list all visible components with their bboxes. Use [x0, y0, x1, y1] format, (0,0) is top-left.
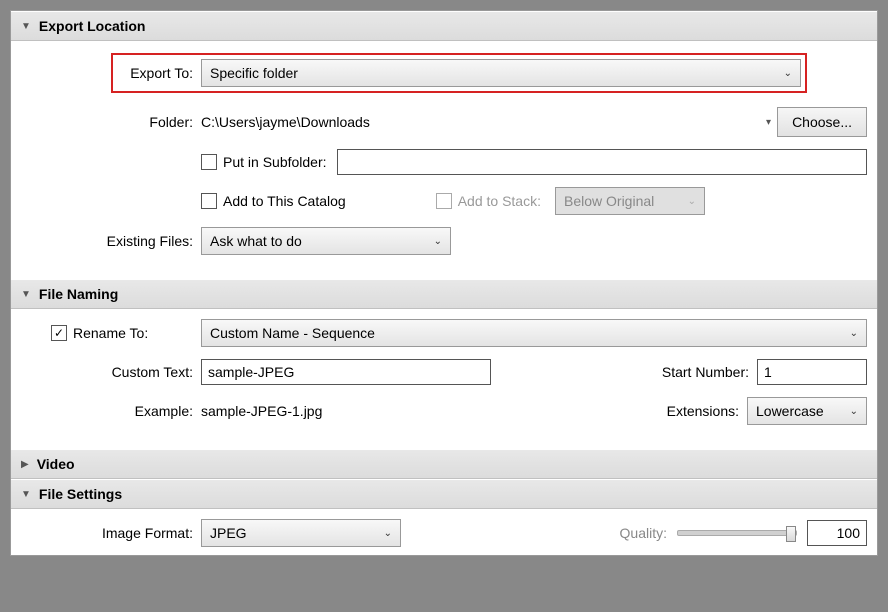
- disclosure-triangle-icon: ▼: [21, 21, 31, 32]
- disclosure-triangle-icon: ▼: [21, 489, 31, 500]
- checkbox-icon: [201, 193, 217, 209]
- add-to-stack-checkbox: Add to Stack:: [436, 193, 541, 209]
- section-title: Export Location: [39, 18, 146, 34]
- section-header-file-settings[interactable]: ▼ File Settings: [11, 479, 877, 509]
- export-to-select[interactable]: Specific folder ⌄: [201, 59, 801, 87]
- rename-to-label: Rename To:: [73, 325, 148, 341]
- example-value: sample-JPEG-1.jpg: [201, 403, 322, 419]
- custom-text-input[interactable]: [201, 359, 491, 385]
- start-number-label: Start Number:: [662, 364, 757, 380]
- quality-slider[interactable]: [677, 530, 797, 536]
- checkbox-checked-icon: ✓: [51, 325, 67, 341]
- section-title: File Settings: [39, 486, 122, 502]
- chevron-down-icon: ⌄: [850, 406, 858, 417]
- chevron-down-icon: ⌄: [688, 196, 696, 207]
- disclosure-triangle-icon: ▶: [21, 459, 29, 470]
- stack-position-value: Below Original: [564, 193, 654, 209]
- image-format-value: JPEG: [210, 525, 247, 541]
- highlight-export-to: Export To: Specific folder ⌄: [111, 53, 807, 93]
- chevron-down-icon: ⌄: [384, 528, 392, 539]
- rename-template-value: Custom Name - Sequence: [210, 325, 375, 341]
- checkbox-icon: [201, 154, 217, 170]
- extensions-select[interactable]: Lowercase ⌄: [747, 397, 867, 425]
- export-dialog: ▼ Export Location Export To: Specific fo…: [10, 10, 878, 556]
- extensions-value: Lowercase: [756, 403, 824, 419]
- quality-input[interactable]: [807, 520, 867, 546]
- rename-template-select[interactable]: Custom Name - Sequence ⌄: [201, 319, 867, 347]
- example-label: Example:: [11, 403, 201, 419]
- checkbox-icon: [436, 193, 452, 209]
- rename-to-checkbox[interactable]: ✓ Rename To:: [51, 325, 201, 341]
- add-to-catalog-label: Add to This Catalog: [223, 193, 346, 209]
- stack-position-select: Below Original ⌄: [555, 187, 705, 215]
- chevron-down-icon: ⌄: [784, 68, 792, 79]
- folder-path: C:\Users\jayme\Downloads: [201, 114, 760, 130]
- subfolder-input[interactable]: [337, 149, 867, 175]
- put-in-subfolder-checkbox[interactable]: Put in Subfolder:: [201, 154, 327, 170]
- chevron-down-icon: ⌄: [850, 328, 858, 339]
- export-to-label: Export To:: [117, 65, 201, 81]
- section-header-file-naming[interactable]: ▼ File Naming: [11, 279, 877, 309]
- add-to-catalog-checkbox[interactable]: Add to This Catalog: [201, 193, 346, 209]
- start-number-input[interactable]: [757, 359, 867, 385]
- existing-files-label: Existing Files:: [11, 233, 201, 249]
- existing-files-value: Ask what to do: [210, 233, 302, 249]
- quality-label: Quality:: [620, 525, 677, 541]
- section-header-export-location[interactable]: ▼ Export Location: [11, 11, 877, 41]
- section-title: File Naming: [39, 286, 118, 302]
- existing-files-select[interactable]: Ask what to do ⌄: [201, 227, 451, 255]
- export-to-value: Specific folder: [210, 65, 298, 81]
- image-format-select[interactable]: JPEG ⌄: [201, 519, 401, 547]
- choose-folder-button[interactable]: Choose...: [777, 107, 867, 137]
- chevron-down-icon: ⌄: [434, 236, 442, 247]
- slider-thumb-icon: [786, 526, 796, 542]
- disclosure-triangle-icon: ▼: [21, 289, 31, 300]
- folder-history-caret-icon[interactable]: ▾: [760, 117, 777, 128]
- add-to-stack-label: Add to Stack:: [458, 193, 541, 209]
- choose-button-label: Choose...: [792, 114, 852, 130]
- section-title: Video: [37, 456, 75, 472]
- section-header-video[interactable]: ▶ Video: [11, 449, 877, 479]
- section-body-file-settings: Image Format: JPEG ⌄ Quality:: [11, 509, 877, 555]
- image-format-label: Image Format:: [11, 525, 201, 541]
- folder-label: Folder:: [11, 114, 201, 130]
- section-body-export-location: Export To: Specific folder ⌄ Folder: C:\…: [11, 41, 877, 279]
- section-body-file-naming: ✓ Rename To: Custom Name - Sequence ⌄ Cu…: [11, 309, 877, 449]
- put-in-subfolder-label: Put in Subfolder:: [223, 154, 327, 170]
- custom-text-label: Custom Text:: [11, 364, 201, 380]
- extensions-label: Extensions:: [667, 403, 747, 419]
